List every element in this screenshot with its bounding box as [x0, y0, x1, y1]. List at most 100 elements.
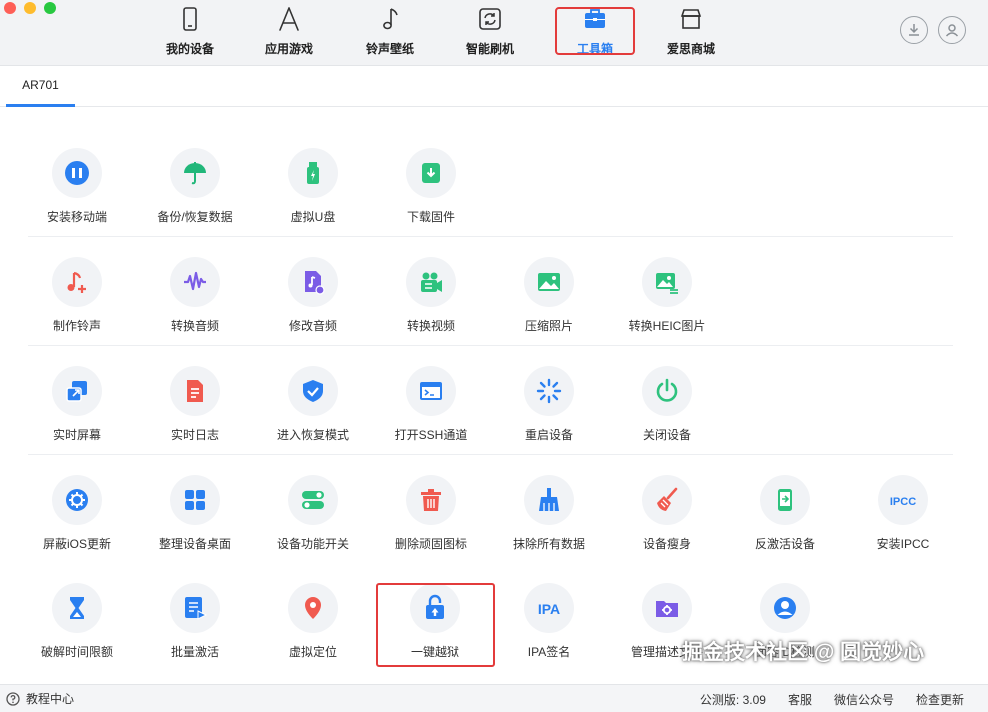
tool-block-ios-update[interactable]: 屏蔽iOS更新 [18, 475, 136, 555]
toggle-switch-icon [288, 475, 338, 525]
tool-convert-heic[interactable]: 转换HEIC图片 [608, 257, 726, 337]
tool-batch-activate[interactable]: 批量激活 [136, 583, 254, 663]
tool-recovery-mode[interactable]: 进入恢复模式 [254, 366, 372, 446]
tool-make-ringtone[interactable]: 制作铃声 [18, 257, 136, 337]
nav-label: 智能刷机 [465, 42, 514, 56]
tool-device-slimming[interactable]: 设备瘦身 [608, 475, 726, 555]
nav-apps-games[interactable]: 应用游戏 [241, 4, 337, 60]
nav-label: 我的设备 [165, 42, 214, 56]
svg-text:IPCC: IPCC [890, 496, 916, 508]
top-toolbar: 我的设备 应用游戏 铃声壁纸 智能刷机 工具箱 爱思商城 [0, 0, 988, 66]
nav-store[interactable]: 爱思商城 [643, 4, 739, 60]
install-mobile-icon [52, 148, 102, 198]
grid-apps-icon [170, 475, 220, 525]
store-icon [680, 9, 702, 29]
deactivate-phone-icon [760, 475, 810, 525]
close-window-button[interactable] [4, 2, 16, 14]
tool-virtual-usb[interactable]: 虚拟U盘 [254, 148, 372, 228]
erase-broom-icon [524, 475, 574, 525]
tool-compress-photos[interactable]: 压缩照片 [490, 257, 608, 337]
check-update-link[interactable]: 检查更新 [916, 691, 964, 708]
version-label: 公测版: 3.09 [699, 693, 766, 707]
row-divider [28, 345, 953, 346]
tool-crack-time-limit[interactable]: 破解时间限额 [18, 583, 136, 663]
zoom-window-button[interactable] [44, 2, 56, 14]
wechat-account-link[interactable]: 微信公众号 [834, 691, 894, 708]
download-firmware-icon [406, 148, 456, 198]
tool-download-firmware[interactable]: 下载固件 [372, 148, 490, 228]
customer-service-link[interactable]: 客服 [788, 691, 812, 708]
tool-label: 安装IPCC [876, 537, 930, 551]
watermark-text: 掘金技术社区 @ 圆觉妙心 [682, 641, 925, 664]
screen-share-icon [52, 366, 102, 416]
tool-label: 转换HEIC图片 [628, 319, 706, 333]
tool-backup-restore[interactable]: 备份/恢复数据 [136, 148, 254, 228]
profile-folder-icon [642, 583, 692, 633]
jailbreak-highlight-box [376, 583, 495, 667]
nav-ringtones-wallpapers[interactable]: 铃声壁纸 [342, 4, 438, 60]
tool-shutdown-device[interactable]: 关闭设备 [608, 366, 726, 446]
row-divider [28, 236, 953, 237]
nav-smart-flash[interactable]: 智能刷机 [442, 4, 538, 60]
tool-label: 制作铃声 [52, 319, 101, 333]
tool-deactivate-device[interactable]: 反激活设备 [726, 475, 844, 555]
download-icon [909, 24, 919, 36]
umbrella-icon [170, 148, 220, 198]
account-button[interactable] [938, 16, 966, 44]
tab-device-ar701[interactable]: AR701 [6, 66, 75, 107]
app-store-icon [279, 7, 299, 31]
tool-delete-stubborn-icons[interactable]: 删除顽固图标 [372, 475, 490, 555]
tool-label: 批量激活 [170, 645, 219, 659]
ipcc-icon: IPCC [878, 475, 928, 525]
power-icon [642, 366, 692, 416]
phone-icon [183, 7, 197, 31]
tool-label: 备份/恢复数据 [157, 210, 233, 224]
music-note-icon [383, 8, 398, 30]
tool-install-mobile[interactable]: 安装移动端 [18, 148, 136, 228]
nav-label: 铃声壁纸 [365, 42, 414, 56]
tool-label: 转换音频 [170, 319, 219, 333]
help-circle-icon [6, 691, 20, 706]
svg-text:IPA: IPA [538, 601, 560, 617]
help-center-link[interactable]: 教程中心 [6, 690, 74, 707]
usb-drive-icon [288, 148, 338, 198]
status-bar: 教程中心 公测版: 3.09 客服 微信公众号 检查更新 [0, 684, 988, 712]
tool-label: 关闭设备 [642, 428, 691, 442]
tool-live-log[interactable]: 实时日志 [136, 366, 254, 446]
restart-spinner-icon [524, 366, 574, 416]
terminal-icon [406, 366, 456, 416]
nav-label: 爱思商城 [666, 42, 715, 56]
shield-check-icon [288, 366, 338, 416]
tool-live-screen[interactable]: 实时屏幕 [18, 366, 136, 446]
tool-label: 压缩照片 [524, 319, 573, 333]
device-tab-bar: AR701 [0, 66, 988, 107]
row-divider [28, 454, 953, 455]
nav-label: 应用游戏 [264, 42, 313, 56]
download-manager-button[interactable] [900, 16, 928, 44]
tool-label: 修改音频 [288, 319, 337, 333]
tool-organize-desktop[interactable]: 整理设备桌面 [136, 475, 254, 555]
tool-label: 实时屏幕 [52, 428, 101, 442]
tool-label: 下载固件 [406, 210, 455, 224]
tool-label: 进入恢复模式 [276, 428, 349, 442]
minimize-window-button[interactable] [24, 2, 36, 14]
toolbox-highlight-box [555, 7, 635, 55]
tool-install-ipcc[interactable]: IPCC 安装IPCC [844, 475, 962, 555]
tool-label: 虚拟U盘 [290, 210, 336, 224]
log-file-icon [170, 366, 220, 416]
tool-convert-audio[interactable]: 转换音频 [136, 257, 254, 337]
tool-restart-device[interactable]: 重启设备 [490, 366, 608, 446]
hourglass-icon [52, 583, 102, 633]
tool-convert-video[interactable]: 转换视频 [372, 257, 490, 337]
photo-icon [524, 257, 574, 307]
nav-my-device[interactable]: 我的设备 [142, 4, 238, 60]
tool-erase-all-data[interactable]: 抹除所有数据 [490, 475, 608, 555]
tool-virtual-location[interactable]: 虚拟定位 [254, 583, 372, 663]
tool-label: IPA签名 [527, 645, 571, 659]
tool-open-ssh[interactable]: 打开SSH通道 [372, 366, 490, 446]
tool-feature-switches[interactable]: 设备功能开关 [254, 475, 372, 555]
location-pin-icon [288, 583, 338, 633]
ipa-icon: IPA [524, 583, 574, 633]
tool-ipa-signing[interactable]: IPA IPA签名 [490, 583, 608, 663]
tool-edit-audio[interactable]: 修改音频 [254, 257, 372, 337]
